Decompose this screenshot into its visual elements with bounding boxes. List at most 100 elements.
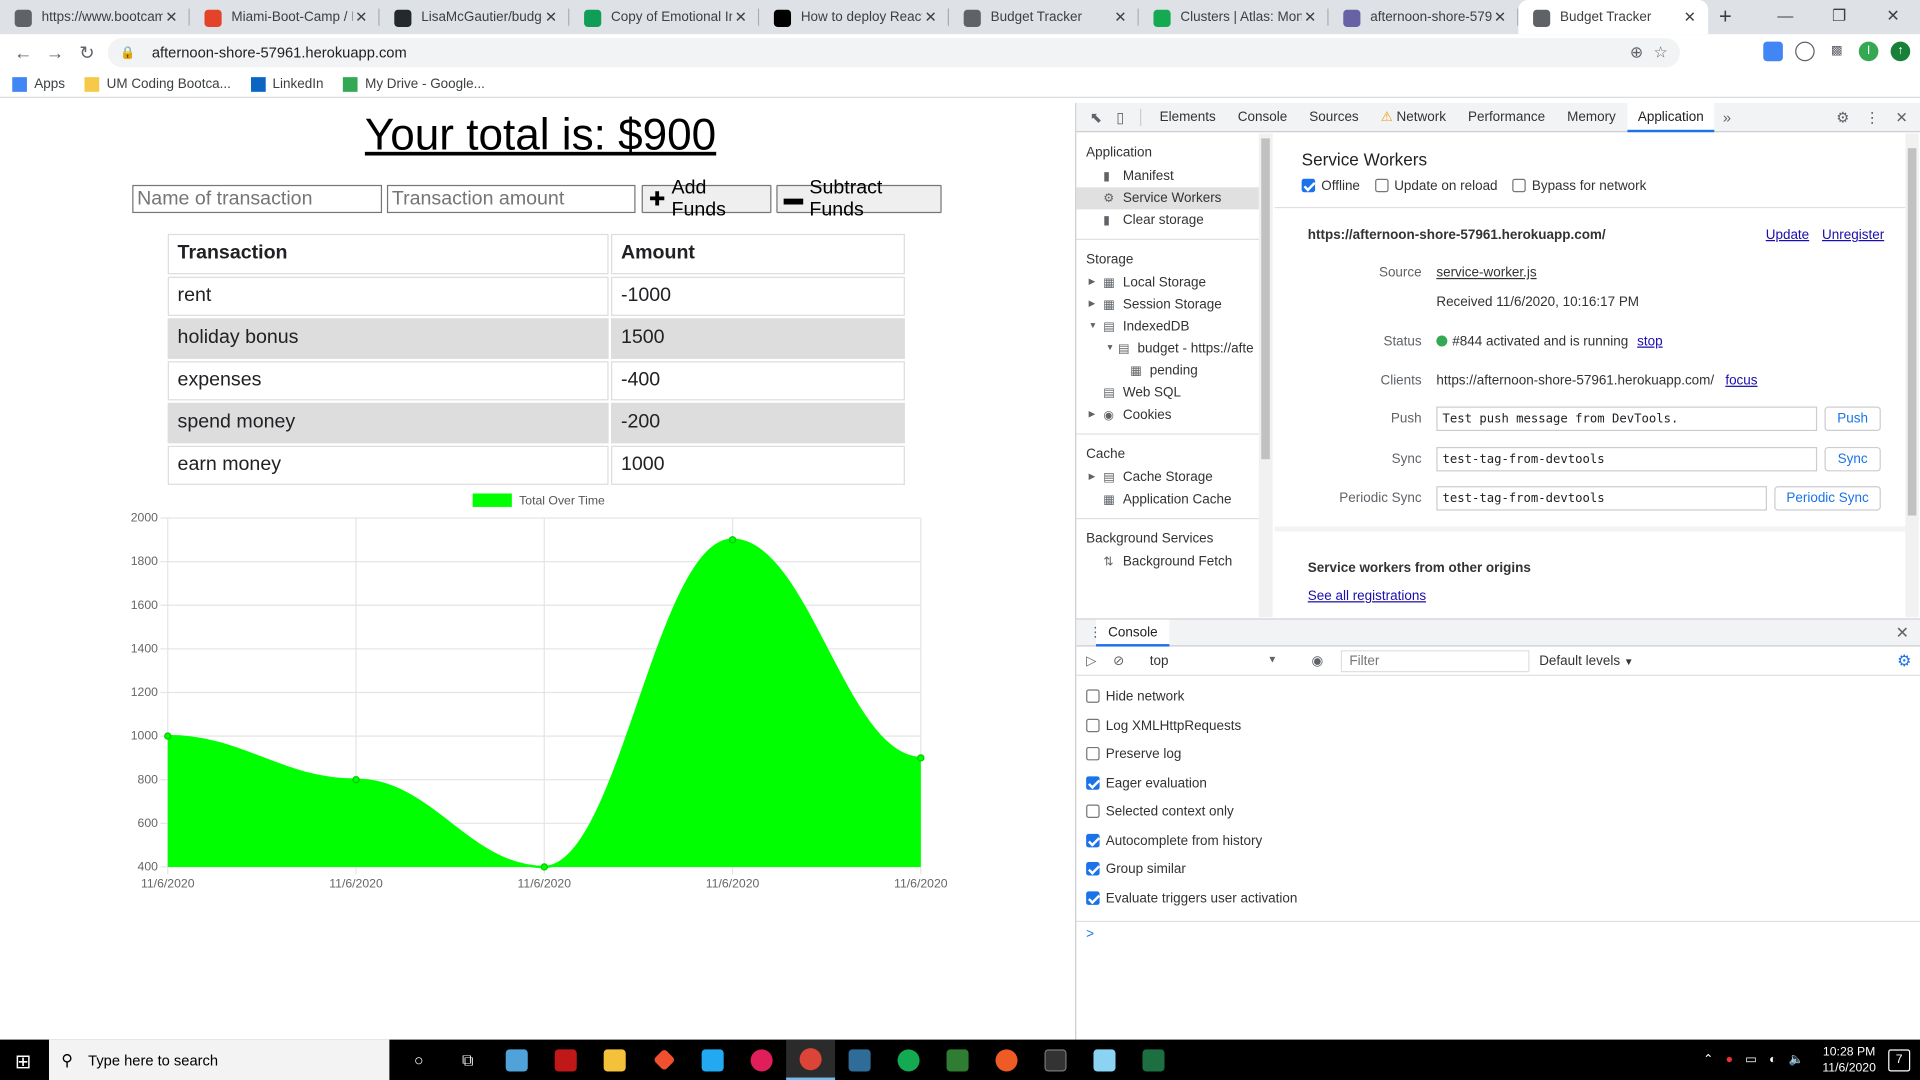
sidebar-item-cache-storage[interactable]: ▶ ▤ Cache Storage bbox=[1076, 467, 1271, 489]
collapse-arrow-icon[interactable]: ▼ bbox=[1106, 338, 1114, 360]
profile-avatar[interactable]: I bbox=[1858, 41, 1879, 62]
close-drawer-icon[interactable]: ✕ bbox=[1896, 623, 1909, 643]
devtools-tab-elements[interactable]: Elements bbox=[1149, 102, 1227, 131]
browser-tab[interactable]: How to deploy React A✕ bbox=[759, 0, 949, 34]
tab-console[interactable]: Console bbox=[1095, 618, 1170, 646]
console-setting-checkbox[interactable]: Eager evaluation bbox=[1086, 770, 1507, 799]
subtract-funds-button[interactable]: ▬ Subtract Funds bbox=[776, 177, 942, 220]
app-icon-l[interactable] bbox=[492, 1040, 541, 1080]
puzzle-icon[interactable]: ▩ bbox=[1827, 42, 1847, 62]
close-tab-icon[interactable]: ✕ bbox=[1112, 9, 1129, 26]
battery-icon[interactable]: ▭ bbox=[1745, 1053, 1757, 1066]
periodic-sync-button[interactable]: Periodic Sync bbox=[1774, 486, 1881, 511]
terminal-icon[interactable] bbox=[1031, 1040, 1080, 1080]
browser-tab[interactable]: https://www.bootcamp ✕ bbox=[0, 0, 190, 34]
reload-icon[interactable]: ↻ bbox=[71, 42, 103, 64]
eye-icon[interactable]: ◉ bbox=[1311, 653, 1335, 669]
sidebar-item-background-fetch[interactable]: ⇅ Background Fetch bbox=[1076, 551, 1271, 573]
scrollbar-thumb[interactable] bbox=[1907, 148, 1917, 516]
sidebar-item-application-cache[interactable]: ▦ Application Cache bbox=[1076, 489, 1271, 511]
close-devtools-icon[interactable]: ✕ bbox=[1889, 108, 1913, 125]
expand-arrow-icon[interactable]: ▶ bbox=[1089, 467, 1096, 489]
bookmark-item[interactable]: My Drive - Google... bbox=[343, 76, 485, 92]
bypass-network-checkbox[interactable]: Bypass for network bbox=[1512, 178, 1646, 193]
console-setting-checkbox[interactable]: Evaluate triggers user activation bbox=[1086, 885, 1507, 914]
task-view-icon[interactable]: ⧉ bbox=[443, 1040, 492, 1080]
add-funds-button[interactable]: ✚ Add Funds bbox=[641, 177, 772, 220]
extension-icon[interactable] bbox=[1763, 41, 1783, 62]
mcafee-tray-icon[interactable]: ● bbox=[1726, 1053, 1733, 1066]
clear-console-icon[interactable]: ⊘ bbox=[1113, 653, 1133, 669]
vscode-icon[interactable] bbox=[688, 1040, 737, 1080]
inspect-icon[interactable]: ⬉ bbox=[1084, 108, 1108, 125]
push-button[interactable]: Push bbox=[1824, 406, 1881, 432]
checkbox-checked-icon[interactable] bbox=[1086, 775, 1100, 790]
slack-icon[interactable] bbox=[737, 1040, 786, 1080]
taskbar-search[interactable]: ⚲ Type here to search bbox=[48, 1039, 390, 1080]
checkbox-checked-icon[interactable] bbox=[1086, 862, 1100, 876]
close-tab-icon[interactable]: ✕ bbox=[1491, 9, 1508, 26]
checkbox-icon[interactable] bbox=[1086, 804, 1100, 818]
expand-arrow-icon[interactable]: ▶ bbox=[1089, 404, 1096, 426]
mysql-icon[interactable] bbox=[835, 1040, 884, 1080]
bookmark-item[interactable]: LinkedIn bbox=[250, 76, 323, 92]
checkbox-icon[interactable] bbox=[1512, 178, 1526, 193]
sidebar-scrollbar[interactable] bbox=[1258, 133, 1273, 618]
sidebar-item-local-storage[interactable]: ▶ ▦ Local Storage bbox=[1076, 272, 1271, 294]
forward-icon[interactable]: → bbox=[39, 42, 71, 63]
checkbox-icon[interactable] bbox=[1086, 689, 1100, 703]
console-setting-checkbox[interactable]: Hide network bbox=[1086, 683, 1507, 712]
console-setting-checkbox[interactable]: Group similar bbox=[1086, 856, 1507, 885]
sidebar-item-budget-db[interactable]: ▼ ▤ budget - https://afte bbox=[1076, 338, 1271, 360]
console-settings-gear-icon[interactable]: ⚙ bbox=[1897, 651, 1911, 671]
transaction-amount-input[interactable] bbox=[386, 184, 636, 214]
close-tab-icon[interactable]: ✕ bbox=[163, 9, 180, 26]
checkbox-checked-icon[interactable] bbox=[1086, 833, 1100, 847]
checkbox-checked-icon[interactable] bbox=[1301, 178, 1316, 193]
devtools-tab-performance[interactable]: Performance bbox=[1457, 102, 1556, 131]
console-setting-checkbox[interactable]: Selected context only bbox=[1086, 798, 1507, 827]
excel-icon[interactable] bbox=[1129, 1040, 1178, 1080]
postman-icon[interactable] bbox=[982, 1040, 1031, 1080]
close-tab-icon[interactable]: ✕ bbox=[353, 9, 370, 26]
close-tab-icon[interactable]: ✕ bbox=[732, 9, 749, 26]
close-tab-icon[interactable]: ✕ bbox=[542, 9, 559, 26]
sidebar-item-pending[interactable]: ▦ pending bbox=[1076, 360, 1271, 382]
more-vertical-icon[interactable]: ⋮ bbox=[1860, 108, 1884, 125]
bookmark-star-icon[interactable]: ☆ bbox=[1653, 43, 1667, 63]
browser-tab[interactable]: Budget Tracker ✕ bbox=[949, 0, 1139, 34]
source-link[interactable]: service-worker.js bbox=[1436, 266, 1536, 281]
clock[interactable]: 10:28 PM 11/6/2020 bbox=[1822, 1044, 1876, 1076]
devtools-tab-console[interactable]: Console bbox=[1227, 102, 1298, 131]
install-icon[interactable]: ⊕ bbox=[1630, 43, 1643, 63]
browser-tab[interactable]: LisaMcGautier/budgetT✕ bbox=[380, 0, 570, 34]
sync-input[interactable] bbox=[1436, 446, 1818, 472]
stop-link[interactable]: stop bbox=[1637, 334, 1662, 349]
restore-button[interactable]: ❐ bbox=[1812, 0, 1866, 34]
focus-link[interactable]: focus bbox=[1725, 373, 1757, 388]
browser-tab[interactable]: Clusters | Atlas: Mongo✕ bbox=[1139, 0, 1329, 34]
bookmark-item[interactable]: Apps bbox=[12, 76, 65, 92]
checkbox-icon[interactable] bbox=[1374, 178, 1389, 193]
mongodb-compass-icon[interactable] bbox=[884, 1040, 933, 1080]
offline-checkbox[interactable]: Offline bbox=[1301, 178, 1360, 193]
close-window-button[interactable]: ✕ bbox=[1866, 0, 1920, 34]
sync-button[interactable]: Sync bbox=[1824, 446, 1881, 472]
volume-icon[interactable]: 🔈 bbox=[1789, 1053, 1804, 1066]
more-vertical-icon[interactable]: ⋮ bbox=[1089, 624, 1102, 641]
close-tab-icon[interactable]: ✕ bbox=[1681, 9, 1698, 26]
checkbox-checked-icon[interactable] bbox=[1086, 890, 1100, 905]
log-levels-dropdown[interactable]: Default levels ▼ bbox=[1539, 653, 1633, 668]
new-tab-button[interactable]: + bbox=[1708, 0, 1742, 34]
browser-tab[interactable]: Copy of Emotional Inte✕ bbox=[569, 0, 760, 34]
push-input[interactable] bbox=[1436, 406, 1818, 432]
settings-gear-icon[interactable]: ⚙ bbox=[1831, 108, 1855, 125]
git-icon[interactable] bbox=[639, 1040, 688, 1080]
close-tab-icon[interactable]: ✕ bbox=[922, 9, 939, 26]
checkbox-icon[interactable] bbox=[1086, 718, 1100, 732]
chrome-icon[interactable] bbox=[786, 1039, 836, 1080]
devtools-tab-network[interactable]: ⚠ Network bbox=[1370, 102, 1457, 131]
scrollbar-thumb[interactable] bbox=[1261, 138, 1270, 460]
chevron-up-icon[interactable]: ⌃ bbox=[1703, 1053, 1713, 1066]
transaction-name-input[interactable] bbox=[132, 184, 383, 214]
